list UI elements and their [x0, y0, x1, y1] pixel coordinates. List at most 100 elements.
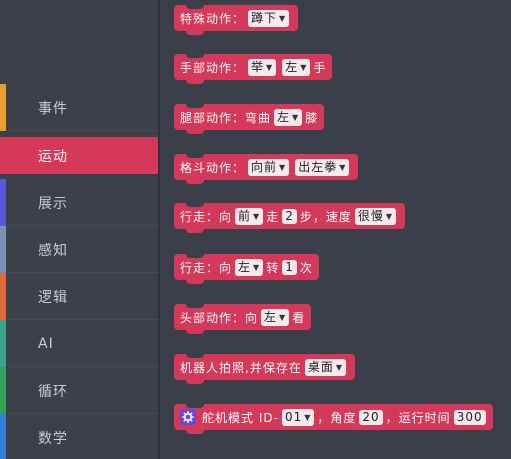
angle-input[interactable]: 20	[359, 409, 383, 425]
block-notch	[186, 154, 204, 158]
triangle-down-icon: ▼	[279, 13, 287, 23]
category-color-bar	[0, 179, 6, 226]
category-color-bar	[0, 84, 6, 131]
fight-direction-dropdown[interactable]: 向前 ▼	[248, 158, 290, 176]
hand-side-dropdown[interactable]: 左 ▼	[282, 58, 311, 76]
block-tab	[186, 379, 204, 384]
action-dropdown[interactable]: 蹲下 ▼	[248, 9, 290, 27]
walk-direction-dropdown[interactable]: 前 ▼	[235, 207, 264, 225]
category-color-bar	[0, 226, 6, 273]
block-text: 头部动作：向	[180, 310, 259, 325]
block-notch	[186, 54, 204, 58]
dropdown-value: 很慢	[357, 208, 384, 223]
category-label: 感知	[38, 242, 68, 259]
head-direction-dropdown[interactable]: 左 ▼	[261, 308, 290, 326]
block-text: 手	[313, 60, 327, 75]
block-tab	[186, 429, 204, 434]
servo-id-dropdown[interactable]: 01 ▼	[281, 408, 315, 426]
category-label: 逻辑	[38, 289, 68, 306]
category-label: 事件	[38, 100, 68, 117]
block-text: 转	[266, 260, 280, 275]
triangle-down-icon: ▼	[339, 162, 347, 172]
dropdown-value: 向前	[251, 159, 278, 174]
dropdown-value: 蹲下	[251, 10, 278, 25]
block-text: 机器人拍照,并保存在	[180, 360, 302, 375]
leg-side-dropdown[interactable]: 左 ▼	[274, 108, 303, 126]
category-motion[interactable]: 运动	[0, 137, 158, 174]
dropdown-value: 出左拳	[298, 159, 338, 174]
block-text: 步，速度	[299, 209, 352, 224]
block-tab	[186, 228, 204, 233]
block-tab	[186, 79, 204, 84]
category-label: 运动	[38, 148, 68, 165]
block-notch	[186, 254, 204, 258]
category-events[interactable]: 事件	[0, 84, 158, 131]
block-text: 行走：向	[180, 209, 233, 224]
block-walk-steps[interactable]: 行走：向 前 ▼ 走 2 步，速度 很慢 ▼	[174, 203, 406, 233]
block-text: 看	[292, 310, 306, 325]
block-tab	[186, 279, 204, 284]
category-label: 展示	[38, 195, 68, 212]
block-hand-action[interactable]: 手部动作： 举 ▼ 左 ▼ 手	[174, 54, 333, 84]
run-time-input[interactable]: 300	[453, 409, 486, 425]
dropdown-value: 举	[251, 59, 265, 74]
triangle-down-icon: ▼	[385, 211, 394, 221]
triangle-down-icon: ▼	[279, 162, 287, 172]
triangle-down-icon: ▼	[279, 312, 287, 322]
dropdown-value: 左	[264, 309, 278, 324]
category-label: 循环	[38, 383, 68, 400]
block-text: ，角度	[317, 410, 357, 425]
block-special-action[interactable]: 特殊动作： 蹲下 ▼	[174, 5, 299, 35]
block-tab	[186, 329, 204, 334]
save-location-dropdown[interactable]: 桌面 ▼	[304, 358, 346, 376]
block-text: 腿部动作：弯曲	[180, 110, 272, 125]
divider	[8, 130, 158, 131]
triangle-down-icon: ▼	[292, 112, 300, 122]
block-notch	[186, 104, 204, 108]
category-sensing[interactable]: 感知	[0, 226, 158, 273]
category-color-bar	[0, 320, 6, 367]
category-logic[interactable]: 逻辑	[0, 273, 158, 320]
triangle-down-icon: ▼	[335, 362, 343, 372]
triangle-down-icon: ▼	[253, 262, 261, 272]
block-servo-mode[interactable]: 舵机模式 ID- 01 ▼ ，角度 20 ，运行时间 300	[174, 404, 493, 434]
category-loops[interactable]: 循环	[0, 367, 158, 414]
triangle-down-icon: ▼	[266, 62, 274, 72]
category-label: 数学	[38, 430, 68, 447]
block-tab	[186, 179, 204, 184]
category-color-bar	[0, 414, 6, 459]
dropdown-value: 01	[284, 409, 303, 424]
turn-count-input[interactable]: 1	[282, 259, 297, 275]
category-display[interactable]: 展示	[0, 179, 158, 226]
triangle-down-icon: ▼	[300, 62, 308, 72]
dropdown-value: 桌面	[307, 359, 334, 374]
block-walk-turn[interactable]: 行走：向 左 ▼ 转 1 次	[174, 254, 319, 284]
category-label: AI	[38, 335, 54, 352]
walk-speed-dropdown[interactable]: 很慢 ▼	[354, 207, 397, 225]
block-tab	[186, 129, 204, 134]
gear-icon[interactable]	[180, 409, 196, 425]
block-notch	[186, 5, 204, 9]
block-notch	[186, 404, 204, 408]
triangle-down-icon: ▼	[304, 412, 312, 422]
block-head-action[interactable]: 头部动作：向 左 ▼ 看	[174, 304, 312, 334]
dropdown-value: 左	[285, 59, 299, 74]
block-fight-action[interactable]: 格斗动作： 向前 ▼ 出左拳 ▼	[174, 154, 359, 184]
block-text: ，运行时间	[385, 410, 451, 425]
category-math[interactable]: 数学	[0, 414, 158, 459]
block-take-photo[interactable]: 机器人拍照,并保存在 桌面 ▼	[174, 354, 355, 384]
hand-motion-dropdown[interactable]: 举 ▼	[248, 58, 277, 76]
block-text: 次	[299, 260, 313, 275]
turn-direction-dropdown[interactable]: 左 ▼	[235, 258, 264, 276]
block-text: 格斗动作：	[180, 160, 246, 175]
block-notch	[186, 203, 204, 207]
category-ai[interactable]: AI	[0, 320, 158, 367]
dropdown-value: 左	[277, 109, 291, 124]
steps-input[interactable]: 2	[282, 208, 297, 224]
fight-move-dropdown[interactable]: 出左拳 ▼	[295, 158, 350, 176]
block-text: 特殊动作：	[180, 11, 246, 26]
block-leg-action[interactable]: 腿部动作：弯曲 左 ▼ 膝	[174, 104, 325, 134]
dropdown-value: 左	[238, 259, 252, 274]
block-text: 行走：向	[180, 260, 233, 275]
gear-icon-svg	[182, 411, 194, 423]
